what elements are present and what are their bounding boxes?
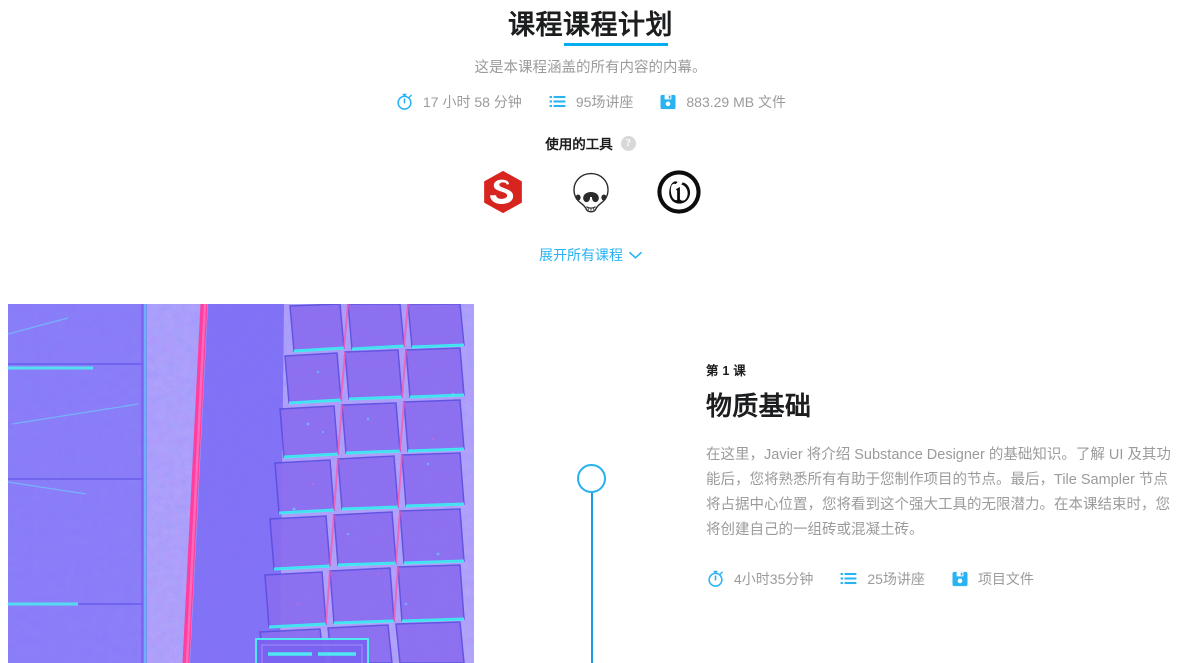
course-meta-row: 17 小时 58 分钟 95场讲座 883.29 MB 文件 [0,92,1181,111]
course-meta-files: 883.29 MB 文件 [659,93,786,111]
lesson-meta-files-label: 项目文件 [977,570,1034,587]
tools-heading-label: 使用的工具 [545,137,613,152]
title-underline-accent [563,43,668,46]
timeline-dot-icon [577,464,606,493]
lesson-meta-lectures-label: 25场讲座 [867,570,925,587]
lesson-title: 物质基础 [706,391,812,421]
lesson-details: 第 1 课 物质基础 在这里，Javier 将介绍 Substance Desi… [706,363,1174,588]
stopwatch-icon [395,92,414,111]
expand-all-wrap: 展开所有课程 [0,245,1181,265]
substance-designer-logo[interactable] [480,169,526,215]
page-title-text: 课程课程计划 [508,10,673,40]
course-meta-lectures-label: 95场讲座 [575,93,634,110]
lesson-description: 在这里，Javier 将介绍 Substance Designer 的基础知识。… [706,447,1171,538]
course-normal-map-thumbnail[interactable] [8,304,474,663]
zbrush-logo[interactable] [568,169,614,215]
save-icon [951,570,969,588]
stopwatch-icon [706,569,725,588]
lesson-number-label: 第 1 课 [706,364,746,378]
course-subtitle: 这是本课程涵盖的所有内容的内幕。 [474,60,707,76]
tools-heading: 使用的工具 ? [545,133,636,153]
list-icon [839,569,858,588]
list-icon [548,92,567,111]
save-icon [659,93,677,111]
lesson-meta-lectures: 25场讲座 [839,569,925,588]
course-meta-lectures: 95场讲座 [548,92,634,111]
lesson-meta-files: 项目文件 [951,570,1034,588]
timeline-connector-line [591,493,593,663]
expand-all-courses-button[interactable]: 展开所有课程 [539,245,642,265]
lesson-row: 第 1 课 物质基础 在这里，Javier 将介绍 Substance Desi… [0,304,1181,663]
lesson-timeline [577,464,607,663]
help-icon[interactable]: ? [620,135,636,151]
course-meta-duration-label: 17 小时 58 分钟 [422,93,522,110]
course-meta-duration: 17 小时 58 分钟 [395,92,522,111]
lesson-meta-row: 4小时35分钟 25场讲座 项目文件 [706,569,1174,588]
chevron-down-icon [629,247,642,263]
lesson-meta-duration: 4小时35分钟 [706,569,813,588]
unreal-engine-logo[interactable] [656,169,702,215]
tools-used-section: 使用的工具 ? [0,133,1181,215]
expand-all-courses-label: 展开所有课程 [539,247,623,263]
course-meta-files-label: 883.29 MB 文件 [686,93,786,110]
tool-logo-list [0,169,1181,215]
lesson-meta-duration-label: 4小时35分钟 [734,570,814,587]
page-title: 课程课程计划 [508,8,673,46]
course-header: 课程课程计划 这是本课程涵盖的所有内容的内幕。 17 小时 58 分钟 95场讲… [0,0,1181,111]
